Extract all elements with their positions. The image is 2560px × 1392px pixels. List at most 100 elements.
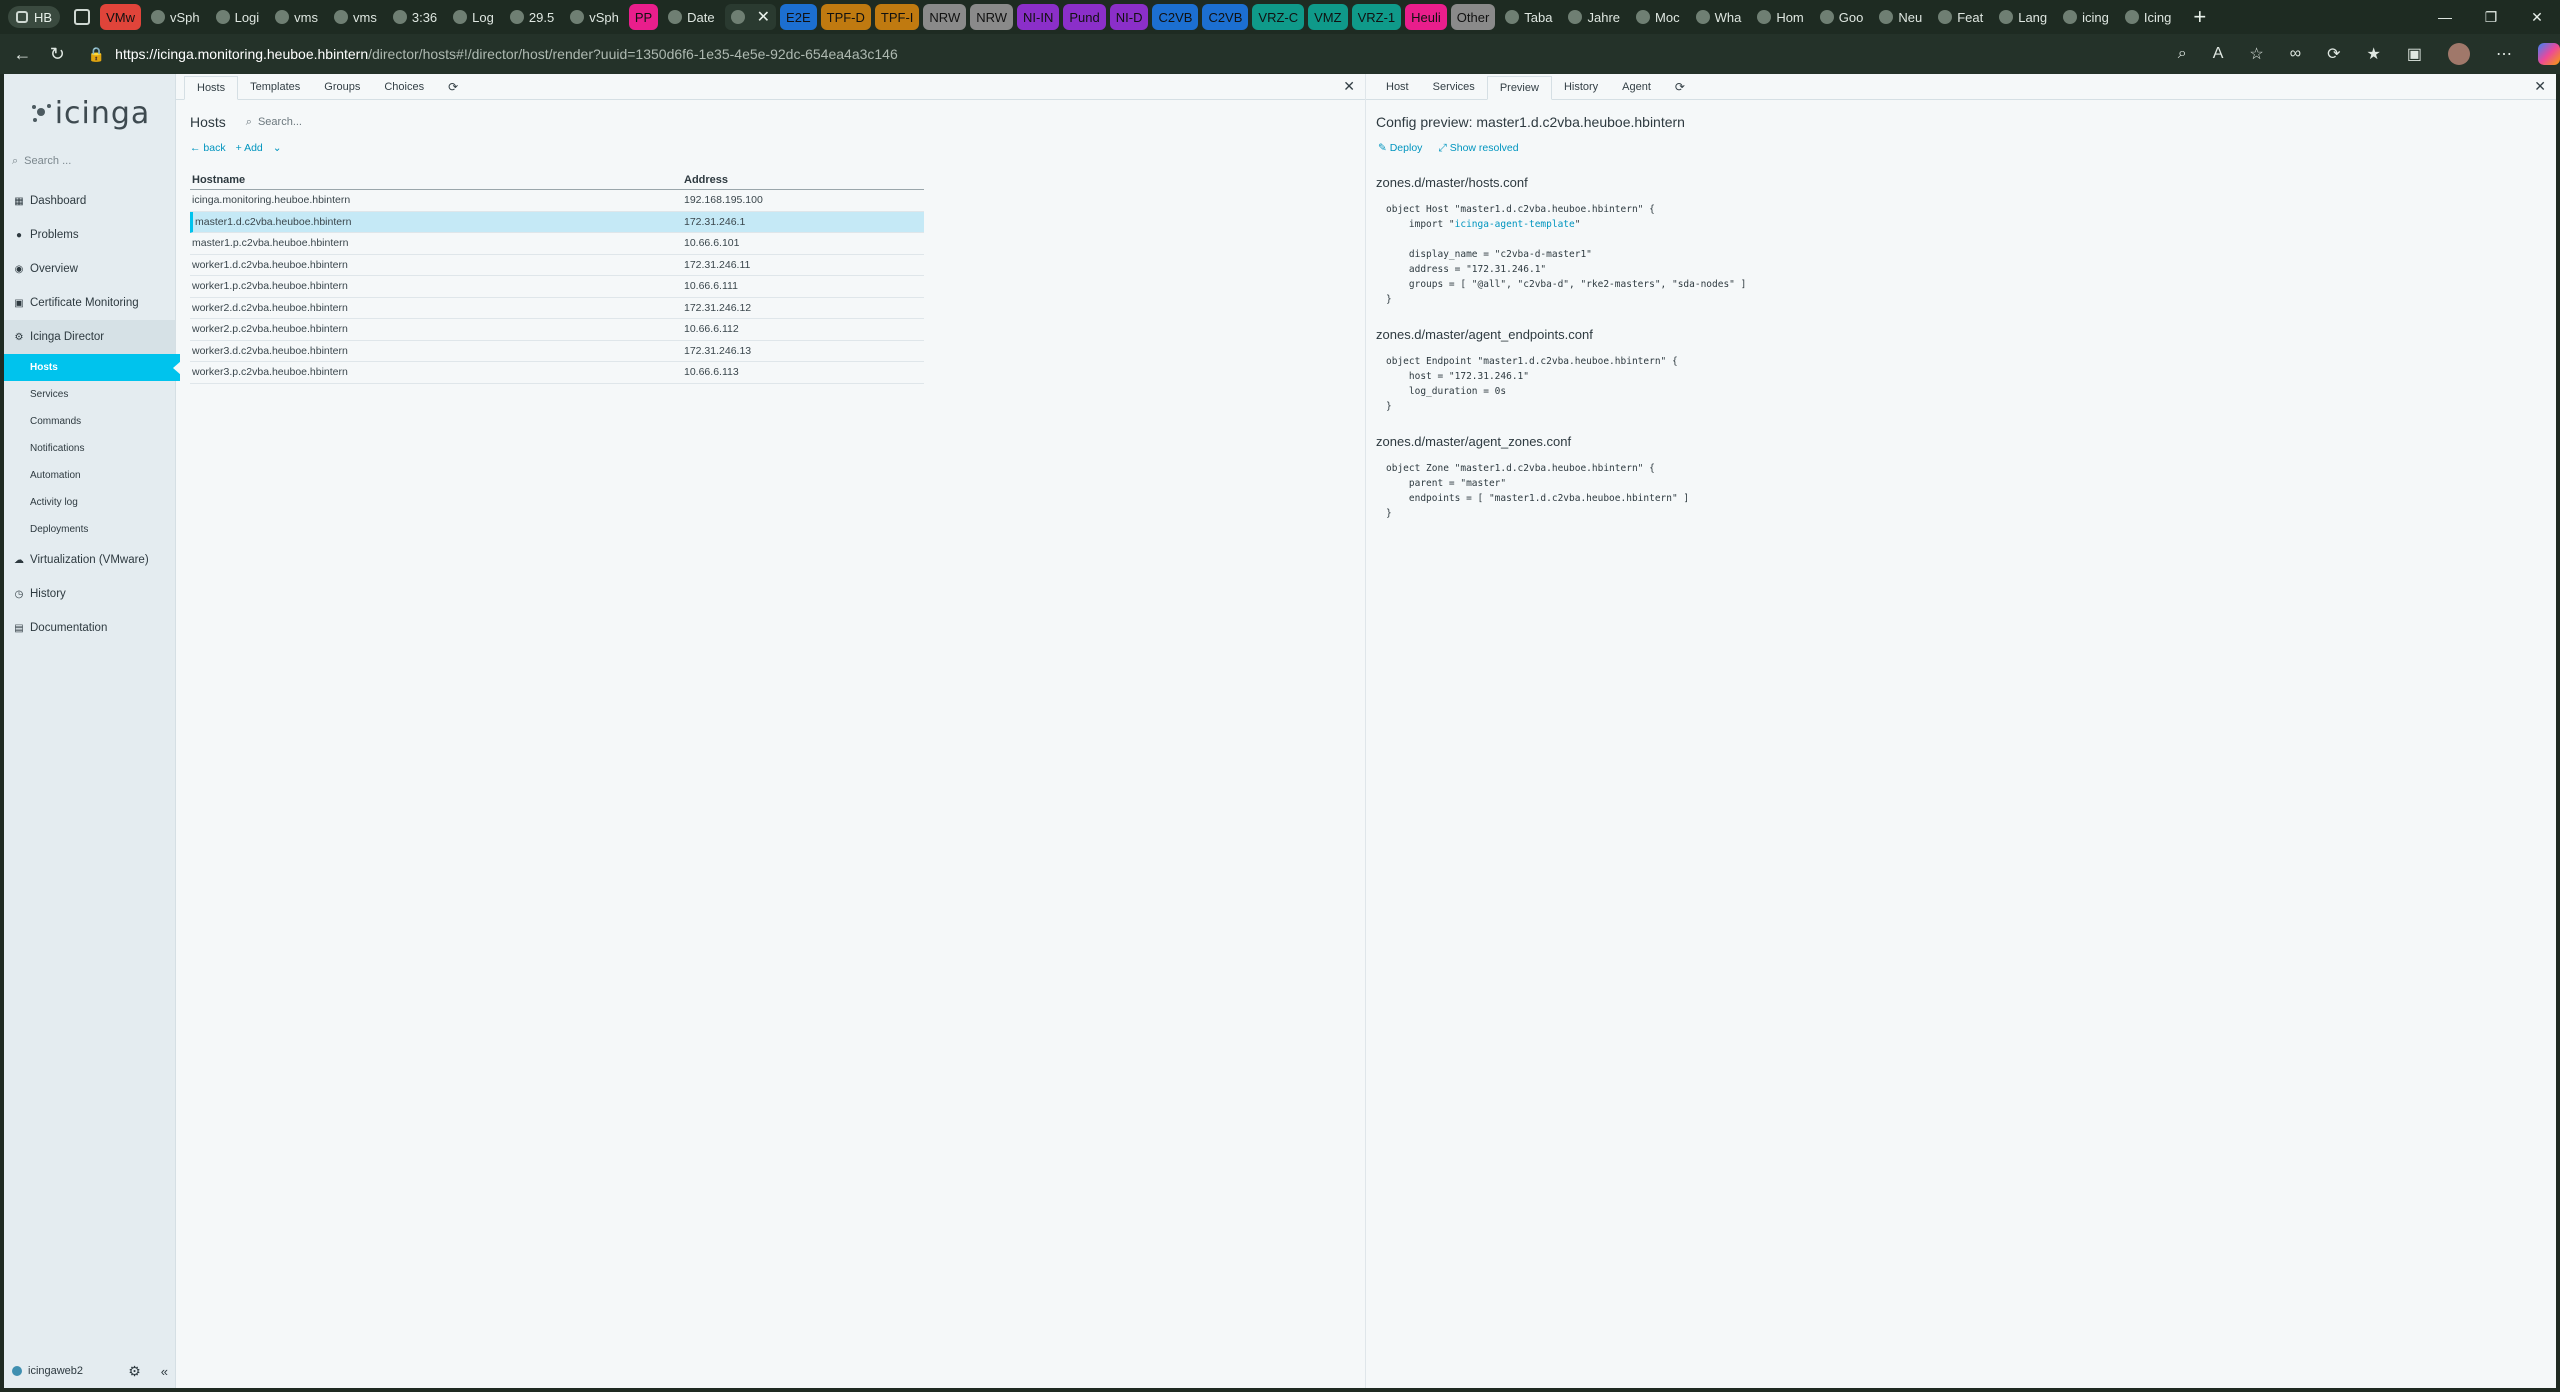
extensions-icon[interactable]: ∞ [2290,45,2301,63]
sidebar-subitem-deployments[interactable]: Deployments [4,516,175,543]
sidebar-item-history[interactable]: ◷ History [4,577,175,611]
browser-tab[interactable]: vSph [145,4,206,30]
sidebar-item-problems[interactable]: ● Problems [4,218,175,252]
minimize-button[interactable]: — [2422,0,2468,34]
tab-history[interactable]: History [1552,75,1610,99]
browser-tab[interactable]: Taba [1499,4,1558,30]
table-row[interactable]: master1.p.c2vba.heuboe.hbintern 10.66.6.1… [190,233,924,255]
tab-choices[interactable]: Choices [372,75,436,99]
favorite-star-icon[interactable]: ☆ [2249,44,2263,64]
zoom-icon[interactable]: ⌕ [2178,45,2187,63]
sidebar-item-documentation[interactable]: ▤ Documentation [4,611,175,645]
refresh-icon[interactable]: ⟳ [1663,75,1697,99]
browser-tab[interactable]: Icing [2119,4,2177,30]
browser-tab[interactable]: VRZ-C [1252,4,1305,30]
sidebar-subitem-automation[interactable]: Automation [4,462,175,489]
table-row[interactable]: worker3.d.c2vba.heuboe.hbintern 172.31.24… [190,341,924,362]
table-row[interactable]: worker1.d.c2vba.heuboe.hbintern 172.31.24… [190,255,924,276]
add-link[interactable]: + Add [236,142,263,154]
browser-tab[interactable]: VMZ [1308,4,1348,30]
browser-tab[interactable]: NRW [970,4,1014,30]
sidebar-item-overview[interactable]: ◉ Overview [4,252,175,286]
browser-tab[interactable]: Feat [1932,4,1989,30]
browser-tab[interactable]: PP [628,4,659,30]
browser-tab[interactable]: Goo [1814,4,1870,30]
tab-templates[interactable]: Templates [238,75,312,99]
icinga-logo[interactable]: icinga [4,88,175,138]
browser-tab[interactable]: C2VB [1152,4,1199,30]
table-row[interactable]: icinga.monitoring.heuboe.hbintern 192.168… [190,190,924,212]
browser-tab[interactable]: ✕ [724,4,777,30]
show-resolved-link[interactable]: ⤢ Show resolved [1438,142,1518,155]
tab-groups[interactable]: Groups [312,75,372,99]
sidebar-item-virtualization-vmware[interactable]: ☁ Virtualization (VMware) [4,543,175,577]
sidebar-subitem-commands[interactable]: Commands [4,408,175,435]
refresh-icon[interactable]: ⟳ [436,75,470,99]
browser-tab[interactable]: Jahre [1562,4,1626,30]
table-row[interactable]: master1.d.c2vba.heuboe.hbintern 172.31.24… [190,211,924,233]
browser-tab[interactable]: vSph [564,4,625,30]
browser-tab[interactable]: Heuli [1405,4,1447,30]
favorites-icon[interactable]: ★ [2367,44,2381,64]
column-hostname[interactable]: Hostname [190,174,684,186]
browser-tab[interactable]: NI-IN [1017,4,1060,30]
browser-tab[interactable]: Lang [1993,4,2053,30]
browser-tab[interactable]: VMw [100,4,141,30]
template-link[interactable]: icinga-agent-template [1455,219,1575,230]
browser-tab[interactable]: C2VB [1202,4,1249,30]
browser-tab[interactable]: E2E [780,4,817,30]
deploy-link[interactable]: ✎ Deploy [1378,142,1422,155]
sidebar-item-certificate-monitoring[interactable]: ▣ Certificate Monitoring [4,286,175,320]
close-column-icon[interactable]: ✕ [1343,78,1355,95]
close-tab-icon[interactable]: ✕ [757,7,770,27]
browser-tab[interactable]: NRW [923,4,967,30]
browser-tab[interactable]: Other [1450,4,1496,30]
back-link[interactable]: ← back [190,142,226,154]
browser-tab[interactable]: vms [269,4,324,30]
read-aloud-icon[interactable]: A [2213,45,2224,63]
tab-actions-icon[interactable] [74,9,91,25]
tab-agent[interactable]: Agent [1610,75,1663,99]
chevron-down-icon[interactable]: ⌄ [273,142,282,154]
browser-tab[interactable]: NI-D [1109,4,1149,30]
browser-tab[interactable]: Log [447,4,500,30]
browser-tab[interactable]: Neu [1873,4,1928,30]
browser-tab[interactable]: Logi [210,4,266,30]
browser-tab[interactable]: Moc [1630,4,1686,30]
gear-icon[interactable]: ⚙ [128,1363,141,1380]
column-address[interactable]: Address [684,174,728,186]
table-row[interactable]: worker3.p.c2vba.heuboe.hbintern 10.66.6.1… [190,362,924,384]
browser-tab[interactable]: Wha [1690,4,1748,30]
sidebar-subitem-services[interactable]: Services [4,381,175,408]
copilot-icon[interactable] [2537,43,2560,65]
more-menu-icon[interactable]: ⋯ [2496,44,2512,64]
browser-tab[interactable]: icing [2057,4,2115,30]
table-row[interactable]: worker2.d.c2vba.heuboe.hbintern 172.31.24… [190,298,924,319]
maximize-button[interactable]: ❐ [2468,0,2514,34]
sidebar-search[interactable]: ⌕ Search ... [12,150,167,172]
new-tab-button[interactable]: + [2193,4,2206,30]
profile-avatar[interactable] [2447,43,2470,65]
user-name[interactable]: icingaweb2 [28,1365,83,1377]
sidebar-subitem-notifications[interactable]: Notifications [4,435,175,462]
table-row[interactable]: worker2.p.c2vba.heuboe.hbintern 10.66.6.1… [190,319,924,341]
collapse-sidebar-icon[interactable]: « [161,1364,168,1379]
browser-tab[interactable]: TPF-I [874,4,920,30]
collections-icon[interactable]: ▣ [2407,44,2422,64]
browser-tab[interactable]: VRZ-1 [1351,4,1402,30]
back-arrow-icon[interactable]: ← [10,38,35,70]
close-window-button[interactable]: ✕ [2514,0,2560,34]
sidebar-item-dashboard[interactable]: ▦ Dashboard [4,184,175,218]
browser-sync-icon[interactable]: ⟳ [2327,44,2340,64]
browser-tab[interactable]: 29.5 [504,4,560,30]
sidebar-subitem-hosts[interactable]: Hosts [4,354,181,381]
sidebar-subitem-activity-log[interactable]: Activity log [4,489,175,516]
hosts-search[interactable]: ⌕ Search... [246,116,302,129]
browser-tab[interactable]: vms [328,4,383,30]
table-row[interactable]: worker1.p.c2vba.heuboe.hbintern 10.66.6.1… [190,276,924,298]
close-column-icon[interactable]: ✕ [2534,78,2546,95]
reload-icon[interactable]: ↻ [45,38,70,70]
tab-hosts[interactable]: Hosts [184,76,239,100]
browser-tab[interactable]: Hom [1751,4,1809,30]
browser-tab[interactable]: Date [662,4,720,30]
